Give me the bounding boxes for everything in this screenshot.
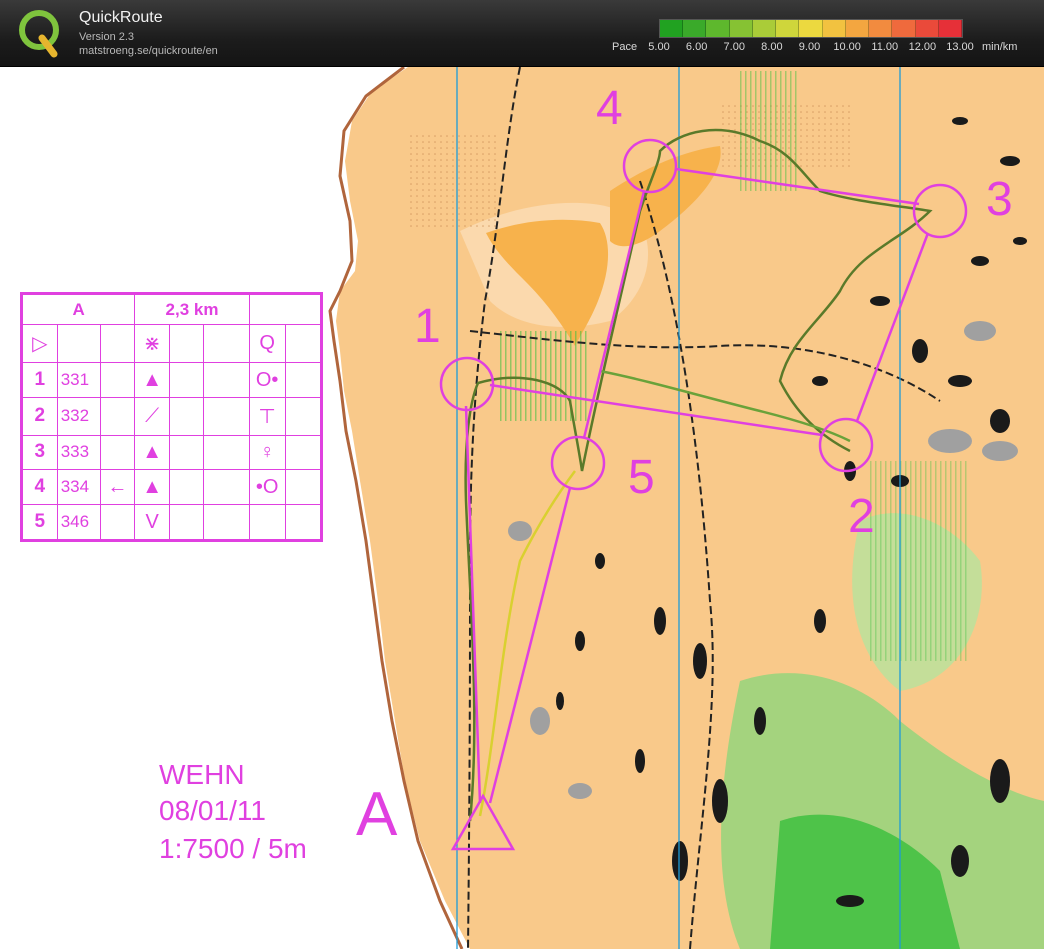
pace-tick-label: 11.00 [871, 41, 899, 53]
course-name: A [21, 293, 136, 326]
start-symbol-icon: ▷ [22, 324, 58, 364]
control-direction: ← [99, 469, 136, 506]
control-code: 333 [56, 434, 101, 471]
control-number: 5 [22, 504, 58, 540]
pace-color-segment [845, 20, 870, 37]
control-feature-icon: V [134, 504, 171, 540]
control-description-sheet: A 2,3 km ▷ ⋇ Q 1 331 ▲ O• 2 332 ⟋ ⊤ 3 33… [20, 292, 323, 542]
pace-unit: min/km [982, 41, 1018, 53]
pace-color-segment [752, 20, 777, 37]
control-detail-icon: ⊤ [248, 396, 286, 436]
control-feature-icon: ▲ [134, 469, 171, 506]
start-feature-icon: ⋇ [134, 324, 171, 364]
app-url[interactable]: matstroeng.se/quickroute/en [79, 45, 218, 57]
control-direction [99, 434, 136, 471]
control-detail-icon: •O [248, 469, 286, 506]
control-number: 2 [22, 396, 58, 436]
cd-control-row: 1 331 ▲ O• [22, 362, 322, 398]
pace-tick-label: 6.00 [685, 41, 708, 53]
pace-color-segment [776, 20, 800, 37]
control-2-label: 2 [848, 490, 875, 543]
pace-color-segment [799, 20, 823, 37]
cd-start-row: ▷ ⋇ Q [22, 324, 322, 364]
pace-tick-label: 12.00 [908, 41, 937, 53]
pace-color-segment [683, 20, 707, 37]
control-direction [99, 396, 136, 436]
pace-tick-label: 8.00 [761, 41, 783, 53]
control-feature-icon: ▲ [134, 434, 171, 471]
course-length: 2,3 km [134, 293, 250, 326]
pace-color-segment [915, 20, 939, 37]
app-header: QuickRoute Version 2.3 matstroeng.se/qui… [0, 0, 1044, 66]
control-code: 332 [56, 396, 101, 436]
pace-tick-label: 10.00 [833, 41, 861, 53]
pace-tick-label: 13.00 [946, 41, 974, 53]
cd-control-row: 3 333 ▲ ♀ [22, 434, 322, 471]
control-1-label: 1 [414, 300, 441, 353]
cd-control-row: 5 346 V [22, 504, 322, 540]
control-code: 334 [56, 469, 101, 506]
control-direction [99, 362, 136, 398]
control-code: 331 [56, 362, 101, 398]
control-detail-icon: O• [248, 362, 286, 398]
control-detail-icon [248, 504, 286, 540]
control-code: 346 [56, 504, 101, 540]
app-name: QuickRoute [79, 9, 163, 26]
control-4-label: 4 [596, 82, 623, 135]
quickroute-logo-icon [19, 10, 59, 58]
start-detail-icon: Q [248, 324, 286, 364]
control-feature-icon: ▲ [134, 362, 171, 398]
pace-color-segment [729, 20, 753, 37]
control-3-label: 3 [986, 173, 1013, 226]
pace-color-segment [706, 20, 730, 37]
control-direction [99, 504, 136, 540]
pace-label: Pace [612, 41, 638, 53]
control-detail-icon: ♀ [248, 434, 286, 471]
pace-tick-label: 7.00 [723, 41, 745, 53]
control-5-label: 5 [628, 451, 655, 504]
pace-tick-label: 5.00 [648, 41, 670, 53]
event-date: 08/01/11 [159, 795, 266, 826]
cd-header-row: A 2,3 km [21, 293, 322, 326]
pace-color-segment [892, 20, 916, 37]
control-number: 4 [22, 469, 58, 506]
app-version: Version 2.3 [79, 31, 135, 43]
event-scale: 1:7500 / 5m [159, 833, 307, 864]
control-number: 3 [22, 434, 58, 471]
pace-color-segment [938, 20, 963, 37]
event-club: WEHN [159, 759, 245, 790]
start-label: A [356, 780, 398, 849]
pace-color-segment [660, 20, 684, 37]
pace-color-scale [659, 19, 963, 38]
pace-tick-label: 9.00 [798, 41, 821, 53]
pace-color-segment [822, 20, 846, 37]
cd-control-row: 4 334 ← ▲ •O [22, 469, 322, 506]
control-number: 1 [22, 362, 58, 398]
cd-control-row: 2 332 ⟋ ⊤ [22, 396, 322, 436]
pace-color-segment [869, 20, 893, 37]
control-feature-icon: ⟋ [134, 396, 171, 436]
